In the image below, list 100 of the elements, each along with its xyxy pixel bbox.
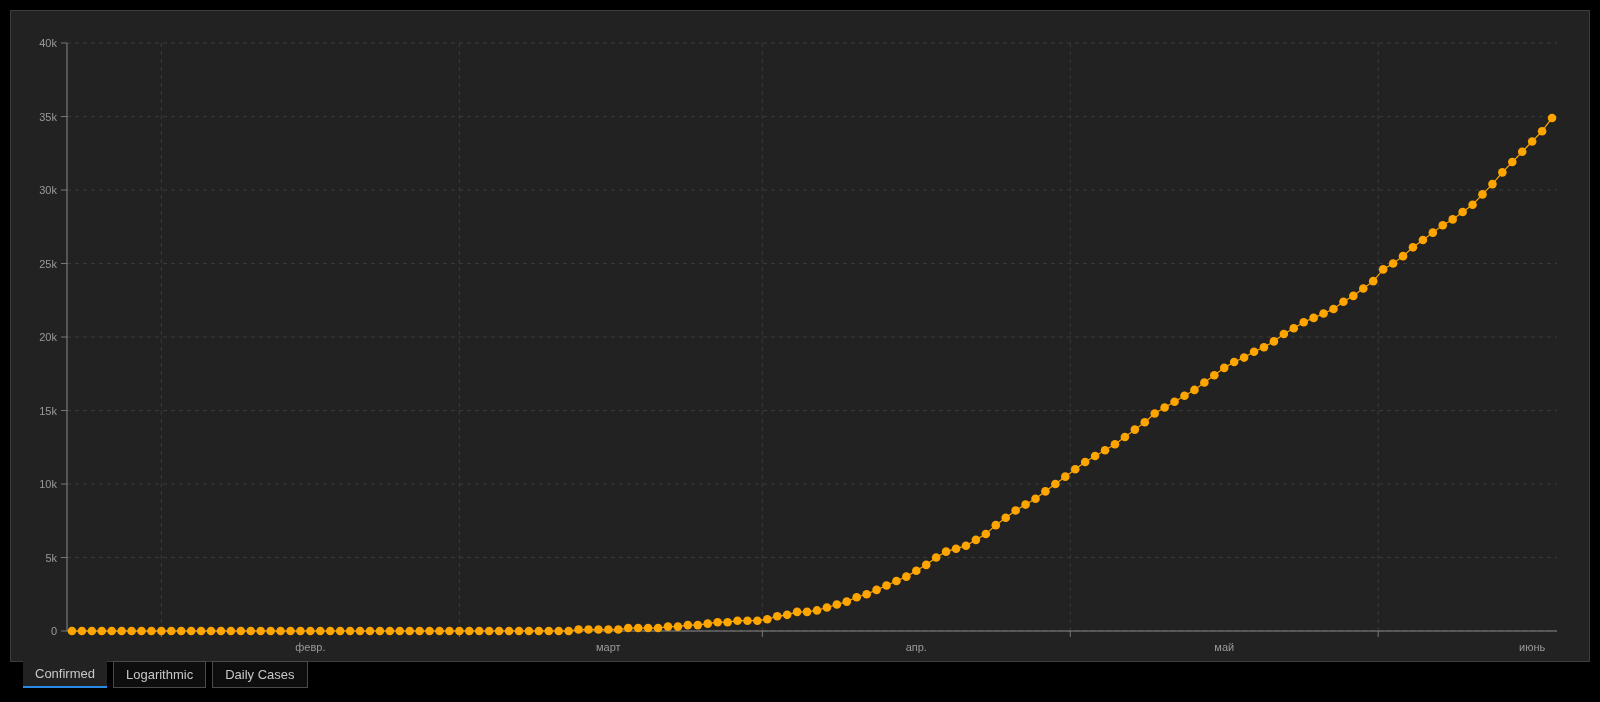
y-tick-label: 20k: [39, 331, 57, 343]
data-point: [216, 626, 226, 636]
data-point: [832, 600, 842, 609]
data-point: [1140, 417, 1150, 427]
y-tick-mark: [60, 483, 68, 485]
data-point: [842, 597, 852, 606]
data-point: [534, 626, 544, 636]
data-point: [405, 626, 414, 636]
data-point: [951, 544, 961, 553]
data-point: [1408, 243, 1418, 252]
data-point: [723, 617, 732, 627]
data-point: [296, 626, 305, 636]
data-point: [306, 626, 315, 636]
data-point: [1498, 168, 1507, 177]
data-point: [1001, 513, 1010, 523]
data-point: [1080, 457, 1090, 467]
data-point: [1398, 251, 1408, 261]
data-point: [812, 606, 822, 615]
data-point: [852, 592, 861, 602]
data-point: [772, 612, 782, 621]
data-point: [931, 553, 941, 562]
data-point: [137, 626, 146, 636]
y-tick-mark: [60, 263, 68, 264]
tab[interactable]: Logarithmic: [112, 661, 207, 688]
data-point: [256, 626, 265, 636]
data-point: [206, 626, 216, 636]
data-point: [226, 626, 236, 636]
data-point: [385, 626, 395, 636]
y-tick-label: 15k: [39, 404, 57, 417]
data-point: [484, 626, 494, 636]
data-point: [1388, 259, 1398, 268]
data-point: [792, 607, 802, 617]
y-tick-label: 5k: [45, 551, 57, 564]
data-point: [1200, 378, 1209, 387]
data-point: [991, 520, 1001, 530]
x-tick-mark: [761, 630, 763, 638]
data-point: [802, 607, 812, 617]
data-point: [236, 626, 246, 636]
data-point: [1438, 221, 1448, 230]
data-point: [941, 547, 951, 556]
data-point: [246, 626, 256, 636]
data-point: [554, 626, 563, 636]
data-point: [286, 626, 295, 636]
data-point: [1160, 403, 1169, 412]
data-point: [375, 626, 385, 636]
data-point: [1508, 157, 1517, 167]
y-tick-label: 10k: [39, 478, 57, 490]
data-point: [623, 623, 633, 633]
data-point: [1011, 506, 1020, 515]
data-point: [1458, 207, 1467, 217]
data-point: [474, 626, 484, 636]
data-point: [763, 614, 772, 624]
data-point: [1180, 391, 1189, 401]
data-point: [872, 585, 881, 595]
data-point: [1090, 451, 1100, 461]
data-point: [67, 626, 77, 636]
data-point: [494, 626, 504, 636]
data-point: [564, 626, 573, 636]
data-point: [425, 626, 434, 636]
data-point: [127, 626, 136, 636]
data-point: [653, 623, 663, 633]
data-point: [117, 626, 126, 636]
tab[interactable]: Daily Cases: [212, 661, 308, 688]
data-point: [1021, 500, 1030, 509]
data-point: [276, 626, 285, 636]
data-point: [97, 626, 107, 636]
data-point: [1279, 329, 1289, 339]
x-tick-mark: [1377, 630, 1379, 638]
data-point: [1468, 200, 1477, 209]
data-point: [1349, 291, 1358, 301]
data-point: [594, 625, 603, 634]
data-point: [683, 620, 693, 630]
data-point: [1229, 357, 1239, 367]
data-point: [971, 535, 981, 545]
data-point: [1110, 440, 1120, 449]
data-point: [157, 626, 166, 636]
y-tick-label: 25k: [39, 257, 57, 270]
data-point: [1170, 397, 1179, 406]
data-point: [1100, 445, 1110, 455]
data-point: [1448, 215, 1457, 224]
data-point: [1547, 113, 1557, 123]
data-point: [1368, 276, 1378, 286]
data-point: [902, 572, 911, 581]
data-point: [862, 589, 871, 599]
data-point: [395, 626, 405, 636]
data-point: [77, 626, 87, 636]
data-point: [196, 626, 206, 636]
data-point: [1319, 309, 1328, 318]
data-point: [266, 626, 275, 636]
y-tick-label: 35k: [39, 110, 57, 123]
data-point: [1239, 353, 1249, 362]
data-point: [1488, 179, 1497, 189]
x-tick-label: февр.: [295, 641, 326, 653]
data-point: [325, 626, 335, 636]
data-point: [1359, 284, 1368, 293]
data-point: [544, 626, 554, 636]
data-point: [1527, 137, 1537, 146]
tab[interactable]: Confirmed: [23, 661, 107, 688]
x-tick-label: апр.: [905, 641, 927, 653]
data-point: [693, 620, 703, 630]
